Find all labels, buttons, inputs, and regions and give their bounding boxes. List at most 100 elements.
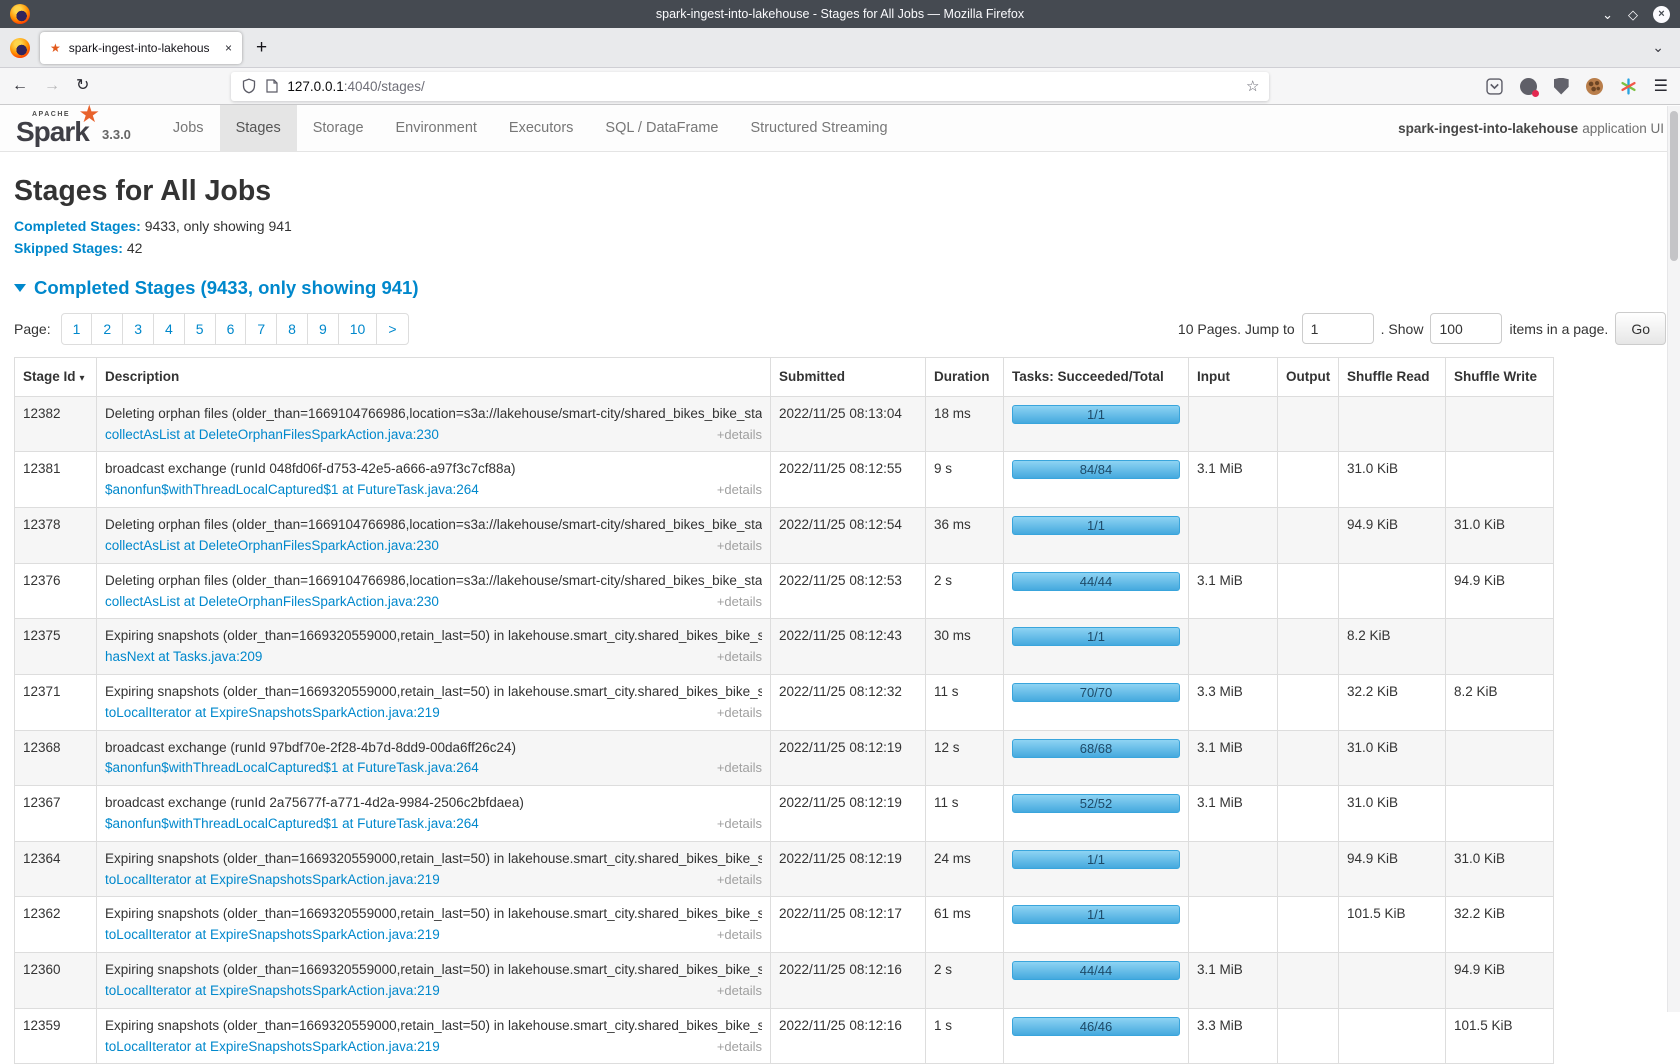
output-cell: [1278, 563, 1339, 619]
window-minimize-icon[interactable]: ⌄: [1602, 8, 1613, 21]
page-button-1[interactable]: 1: [61, 313, 93, 345]
jump-to-input[interactable]: [1302, 313, 1374, 344]
stage-detail-link[interactable]: collectAsList at DeleteOrphanFilesSparkA…: [105, 593, 439, 611]
details-toggle[interactable]: +details: [717, 1038, 762, 1055]
tab-close-icon[interactable]: ×: [225, 41, 232, 55]
stage-description: Expiring snapshots (older_than=166932055…: [105, 961, 762, 979]
page-button-9[interactable]: 9: [307, 313, 339, 345]
pages-info-text: 10 Pages. Jump to: [1178, 321, 1295, 337]
col-description[interactable]: Description: [97, 358, 771, 397]
col-shuffle-read[interactable]: Shuffle Read: [1339, 358, 1446, 397]
col-stage-id[interactable]: Stage Id▾: [15, 358, 97, 397]
stage-detail-link[interactable]: toLocalIterator at ExpireSnapshotsSparkA…: [105, 1038, 440, 1056]
nav-item-executors[interactable]: Executors: [493, 105, 589, 151]
nav-item-sql-dataframe[interactable]: SQL / DataFrame: [589, 105, 734, 151]
section-toggle[interactable]: Completed Stages (9433, only showing 941…: [14, 277, 1666, 299]
stage-detail-link[interactable]: hasNext at Tasks.java:209: [105, 648, 262, 666]
stage-detail-link[interactable]: toLocalIterator at ExpireSnapshotsSparkA…: [105, 871, 440, 889]
page-button-4[interactable]: 4: [153, 313, 185, 345]
details-toggle[interactable]: +details: [717, 481, 762, 498]
stage-detail-link[interactable]: $anonfun$withThreadLocalCaptured$1 at Fu…: [105, 481, 479, 499]
stage-id-cell: 12368: [15, 730, 97, 786]
col-submitted[interactable]: Submitted: [771, 358, 926, 397]
new-tab-button[interactable]: +: [256, 37, 267, 59]
stage-description: broadcast exchange (runId 97bdf70e-2f28-…: [105, 739, 762, 757]
page-button-7[interactable]: 7: [245, 313, 277, 345]
back-button[interactable]: ←: [12, 78, 28, 94]
page-button-6[interactable]: 6: [215, 313, 247, 345]
page-button-10[interactable]: 10: [338, 313, 378, 345]
adblock-shield-icon[interactable]: [1554, 78, 1569, 95]
extension-asterisk-icon[interactable]: [1620, 78, 1637, 95]
details-toggle[interactable]: +details: [717, 648, 762, 665]
details-toggle[interactable]: +details: [717, 926, 762, 943]
spark-logo[interactable]: APACHE Spark ★ 3.3.0: [0, 105, 157, 151]
show-input[interactable]: [1430, 313, 1502, 344]
col-input[interactable]: Input: [1189, 358, 1278, 397]
details-toggle[interactable]: +details: [717, 759, 762, 776]
details-toggle[interactable]: +details: [717, 815, 762, 832]
window-close-icon[interactable]: ×: [1653, 6, 1670, 23]
forward-button[interactable]: →: [44, 78, 60, 94]
nav-item-stages[interactable]: Stages: [220, 105, 297, 151]
details-toggle[interactable]: +details: [717, 982, 762, 999]
bookmark-star-icon[interactable]: ☆: [1246, 77, 1259, 95]
scrollbar-thumb[interactable]: [1670, 111, 1678, 261]
window-maximize-icon[interactable]: ◇: [1628, 8, 1638, 21]
description-cell: Expiring snapshots (older_than=166932055…: [97, 1008, 771, 1064]
stage-detail-link[interactable]: toLocalIterator at ExpireSnapshotsSparkA…: [105, 926, 440, 944]
stage-detail-link[interactable]: $anonfun$withThreadLocalCaptured$1 at Fu…: [105, 759, 479, 777]
stage-detail-link[interactable]: toLocalIterator at ExpireSnapshotsSparkA…: [105, 982, 440, 1000]
stage-detail-link[interactable]: $anonfun$withThreadLocalCaptured$1 at Fu…: [105, 815, 479, 833]
privacy-mask-icon[interactable]: [1520, 78, 1537, 95]
duration-cell: 24 ms: [926, 841, 1004, 897]
url-text[interactable]: 127.0.0.1:4040/stages/: [287, 79, 424, 94]
stage-detail-link[interactable]: toLocalIterator at ExpireSnapshotsSparkA…: [105, 704, 440, 722]
browser-tab[interactable]: ★ spark-ingest-into-lakehous ×: [40, 32, 242, 64]
details-toggle[interactable]: +details: [717, 593, 762, 610]
page-info-icon[interactable]: [266, 79, 278, 93]
pocket-icon[interactable]: [1486, 78, 1503, 95]
table-header-row: Stage Id▾ Description Submitted Duration…: [15, 358, 1554, 397]
page-scrollbar[interactable]: [1667, 106, 1680, 1012]
go-button[interactable]: Go: [1615, 312, 1666, 345]
stage-description: broadcast exchange (runId 048fd06f-d753-…: [105, 460, 762, 478]
cookie-icon[interactable]: [1586, 78, 1603, 95]
reload-button[interactable]: ↻: [76, 78, 89, 94]
page-button-8[interactable]: 8: [276, 313, 308, 345]
stage-detail-link[interactable]: collectAsList at DeleteOrphanFilesSparkA…: [105, 537, 439, 555]
shuffle-read-cell: [1339, 1008, 1446, 1064]
skipped-stages-link[interactable]: Skipped Stages:: [14, 240, 123, 256]
stage-detail-link[interactable]: collectAsList at DeleteOrphanFilesSparkA…: [105, 426, 439, 444]
completed-stages-summary: Completed Stages: 9433, only showing 941: [14, 218, 1666, 234]
nav-item-jobs[interactable]: Jobs: [157, 105, 220, 151]
table-row: 12362Expiring snapshots (older_than=1669…: [15, 897, 1554, 953]
details-toggle[interactable]: +details: [717, 871, 762, 888]
url-bar[interactable]: 127.0.0.1:4040/stages/ ☆: [231, 72, 1269, 101]
menu-button[interactable]: ☰: [1654, 76, 1668, 96]
duration-cell: 11 s: [926, 674, 1004, 730]
details-toggle[interactable]: +details: [717, 537, 762, 554]
description-cell: broadcast exchange (runId 2a75677f-a771-…: [97, 786, 771, 842]
page-button-next[interactable]: >: [376, 313, 408, 345]
tabs-list-chevron-icon[interactable]: ⌄: [1652, 39, 1664, 56]
application-name-strong: spark-ingest-into-lakehouse: [1398, 121, 1578, 136]
page-button-2[interactable]: 2: [91, 313, 123, 345]
table-row: 12382Deleting orphan files (older_than=1…: [15, 396, 1554, 452]
completed-stages-link[interactable]: Completed Stages:: [14, 218, 141, 234]
shield-icon[interactable]: [241, 78, 257, 94]
details-toggle[interactable]: +details: [717, 704, 762, 721]
col-tasks[interactable]: Tasks: Succeeded/Total: [1004, 358, 1189, 397]
nav-item-storage[interactable]: Storage: [297, 105, 380, 151]
col-shuffle-write[interactable]: Shuffle Write: [1446, 358, 1554, 397]
nav-item-structured-streaming[interactable]: Structured Streaming: [735, 105, 904, 151]
details-toggle[interactable]: +details: [717, 426, 762, 443]
col-duration[interactable]: Duration: [926, 358, 1004, 397]
submitted-cell: 2022/11/25 08:12:55: [771, 452, 926, 508]
col-output[interactable]: Output: [1278, 358, 1339, 397]
firefox-view-icon[interactable]: [10, 38, 30, 58]
nav-item-environment[interactable]: Environment: [380, 105, 493, 151]
firefox-logo-icon[interactable]: [10, 4, 30, 24]
page-button-3[interactable]: 3: [122, 313, 154, 345]
page-button-5[interactable]: 5: [184, 313, 216, 345]
